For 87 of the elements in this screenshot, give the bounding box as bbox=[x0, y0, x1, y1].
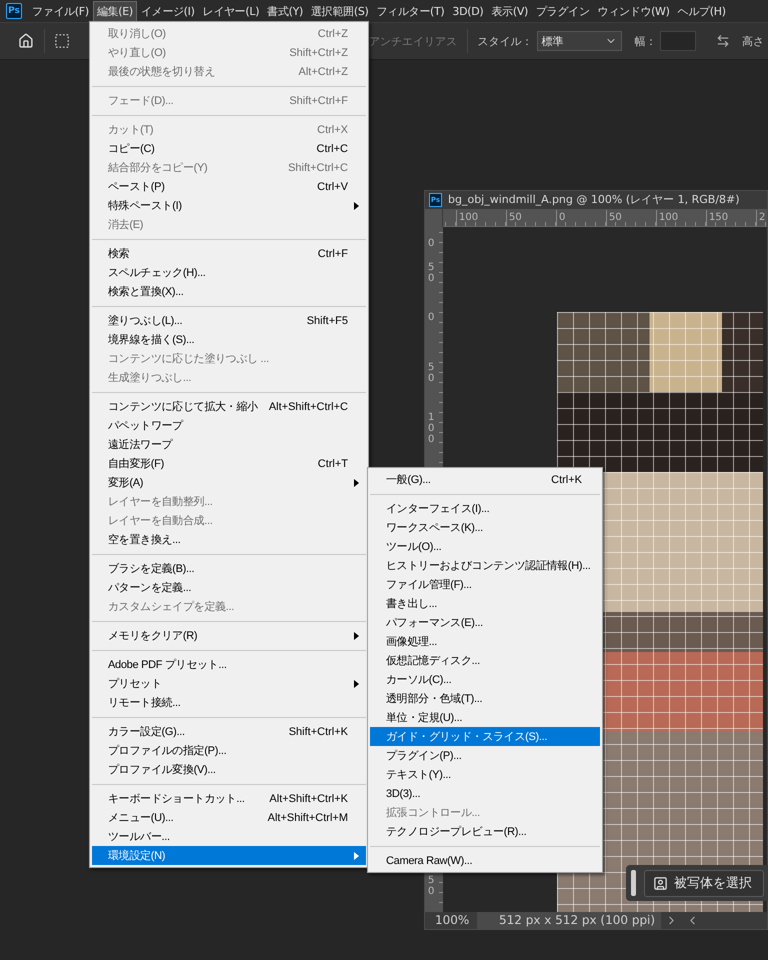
menu-item[interactable]: ブラシを定義(B)... bbox=[92, 559, 366, 578]
menu-item[interactable]: ツールバー... bbox=[92, 827, 366, 846]
menu-item[interactable]: 一般(G)... Ctrl+K bbox=[370, 470, 600, 489]
ruler-number: 100 bbox=[456, 210, 478, 226]
swap-arrows-icon[interactable] bbox=[716, 33, 730, 49]
menu-item[interactable]: ファイル管理(F)... bbox=[370, 575, 600, 594]
antialias-label: アンチエイリアス bbox=[368, 34, 457, 48]
menu-bar-item[interactable]: 3D(D) bbox=[448, 2, 488, 20]
menu-item[interactable]: テクノロジープレビュー(R)... bbox=[370, 822, 600, 841]
menu-item[interactable]: 特殊ペースト(I) bbox=[92, 196, 366, 215]
menu-item[interactable]: スペルチェック(H)... bbox=[92, 263, 366, 282]
menu-item[interactable]: プリセット bbox=[92, 674, 366, 693]
ruler-number: 0 bbox=[556, 210, 566, 226]
menu-item[interactable]: カラー設定(G)... Shift+Ctrl+K bbox=[92, 722, 366, 741]
rectangle-marquee-icon[interactable] bbox=[54, 33, 69, 49]
ruler-number: 50 bbox=[428, 362, 436, 384]
menu-item[interactable]: テキスト(Y)... bbox=[370, 765, 600, 784]
menu-item[interactable]: 書き出し... bbox=[370, 594, 600, 613]
menu-item[interactable]: リモート接続... bbox=[92, 693, 366, 712]
width-field[interactable] bbox=[660, 31, 696, 51]
menu-item[interactable]: プロファイルの指定(P)... bbox=[92, 741, 366, 760]
select-subject-button[interactable]: 被写体を選択 bbox=[644, 870, 764, 896]
menu-item[interactable]: Adobe PDF プリセット... bbox=[92, 655, 366, 674]
home-icon[interactable] bbox=[18, 32, 34, 50]
menu-item[interactable]: ツール(O)... bbox=[370, 537, 600, 556]
zoom-level: 100% bbox=[434, 913, 470, 928]
menu-item[interactable]: 境界線を描く(S)... bbox=[92, 330, 366, 349]
ruler-number: 50 bbox=[428, 874, 436, 896]
menu-item[interactable]: メニュー(U)... Alt+Shift+Ctrl+M bbox=[92, 808, 366, 827]
menu-item[interactable]: インターフェイス(I)... bbox=[370, 499, 600, 518]
menu-bar-item[interactable]: レイヤー(L) bbox=[198, 0, 264, 22]
menu-item[interactable]: メモリをクリア(R) bbox=[92, 626, 366, 645]
menu-item[interactable]: ヒストリーおよびコンテンツ認証情報(H)... bbox=[370, 556, 600, 575]
menu-item[interactable]: キーボードショートカット... Alt+Shift+Ctrl+K bbox=[92, 789, 366, 808]
menu-item[interactable]: パフォーマンス(E)... bbox=[370, 613, 600, 632]
menu-item[interactable]: パターンを定義... bbox=[92, 578, 366, 597]
ruler-number: 100 bbox=[428, 412, 436, 444]
menu-item[interactable]: ガイド・グリッド・スライス(S)... bbox=[370, 727, 600, 746]
menu-bar-item[interactable]: ヘルプ(H) bbox=[674, 0, 730, 22]
ruler-number: 0 bbox=[428, 312, 436, 322]
menu-item[interactable]: 検索と置換(X)... bbox=[92, 282, 366, 301]
ruler-number: 100 bbox=[656, 210, 678, 226]
menu-item[interactable]: プロファイル変換(V)... bbox=[92, 760, 366, 779]
app-logo[interactable]: Ps bbox=[6, 3, 22, 19]
height-label: 高さ bbox=[742, 34, 764, 48]
person-icon bbox=[653, 876, 668, 890]
menu-item[interactable]: カーソル(C)... bbox=[370, 670, 600, 689]
menu-item[interactable]: 環境設定(N) bbox=[92, 846, 366, 865]
menu-item[interactable]: ワークスペース(K)... bbox=[370, 518, 600, 537]
menu-item[interactable]: Camera Raw(W)... bbox=[370, 851, 600, 870]
menu-bar-item[interactable]: フィルター(T) bbox=[372, 0, 448, 22]
style-select[interactable]: 標準 bbox=[536, 31, 622, 51]
document-title: bg_obj_windmill_A.png @ 100% (レイヤー 1, RGB/8#) bbox=[448, 192, 740, 208]
grip-handle[interactable] bbox=[631, 870, 636, 896]
menu-item[interactable]: 変形(A) bbox=[92, 473, 366, 492]
menu-bar-item[interactable]: 編集(E) bbox=[92, 0, 137, 22]
menu-item[interactable]: 透明部分・色域(T)... bbox=[370, 689, 600, 708]
menu-item[interactable]: 塗りつぶし(L)... Shift+F5 bbox=[92, 311, 366, 330]
menu-item[interactable]: ペースト(P) Ctrl+V bbox=[92, 177, 366, 196]
menu-item[interactable]: 3D(3)... bbox=[370, 784, 600, 803]
ruler-number: 0 bbox=[428, 238, 436, 248]
menu-item[interactable]: 仮想記憶ディスク... bbox=[370, 651, 600, 670]
menu-item[interactable]: 空を置き換え... bbox=[92, 530, 366, 549]
ruler-number: 50 bbox=[606, 210, 622, 226]
menu-item[interactable]: 検索 Ctrl+F bbox=[92, 244, 366, 263]
menu-item[interactable]: コピー(C) Ctrl+C bbox=[92, 139, 366, 158]
ruler-number: 50 bbox=[428, 262, 436, 284]
menu-bar-item[interactable]: ファイル(F) bbox=[28, 0, 93, 22]
menu-bar-item[interactable]: 書式(Y) bbox=[263, 0, 308, 22]
menu-bar-item[interactable]: 選択範囲(S) bbox=[307, 0, 372, 22]
ruler-number: 2 bbox=[756, 210, 766, 226]
style-label: スタイル： bbox=[478, 34, 533, 48]
ruler-number: 150 bbox=[706, 210, 728, 226]
menu-item[interactable]: 画像処理... bbox=[370, 632, 600, 651]
menu-item[interactable]: プラグイン(P)... bbox=[370, 746, 600, 765]
document-info[interactable]: 512 px x 512 px (100 ppi) bbox=[477, 912, 661, 929]
menu-bar-item[interactable]: プラグイン bbox=[532, 0, 594, 22]
width-label: 幅： bbox=[634, 34, 656, 48]
ruler-number: 50 bbox=[506, 210, 522, 226]
menu-item[interactable]: 自由変形(F) Ctrl+T bbox=[92, 454, 366, 473]
menu-item[interactable]: コンテンツに応じて拡大・縮小 Alt+Shift+Ctrl+C bbox=[92, 397, 366, 416]
menu-item[interactable]: 遠近法ワープ bbox=[92, 435, 366, 454]
menu-bar-item[interactable]: イメージ(I) bbox=[136, 0, 199, 22]
menu-item[interactable]: 単位・定規(U)... bbox=[370, 708, 600, 727]
menu-item[interactable]: パペットワープ bbox=[92, 416, 366, 435]
menu-bar-item[interactable]: 表示(V) bbox=[487, 0, 532, 22]
menu-bar-item[interactable]: ウィンドウ(W) bbox=[594, 0, 674, 22]
